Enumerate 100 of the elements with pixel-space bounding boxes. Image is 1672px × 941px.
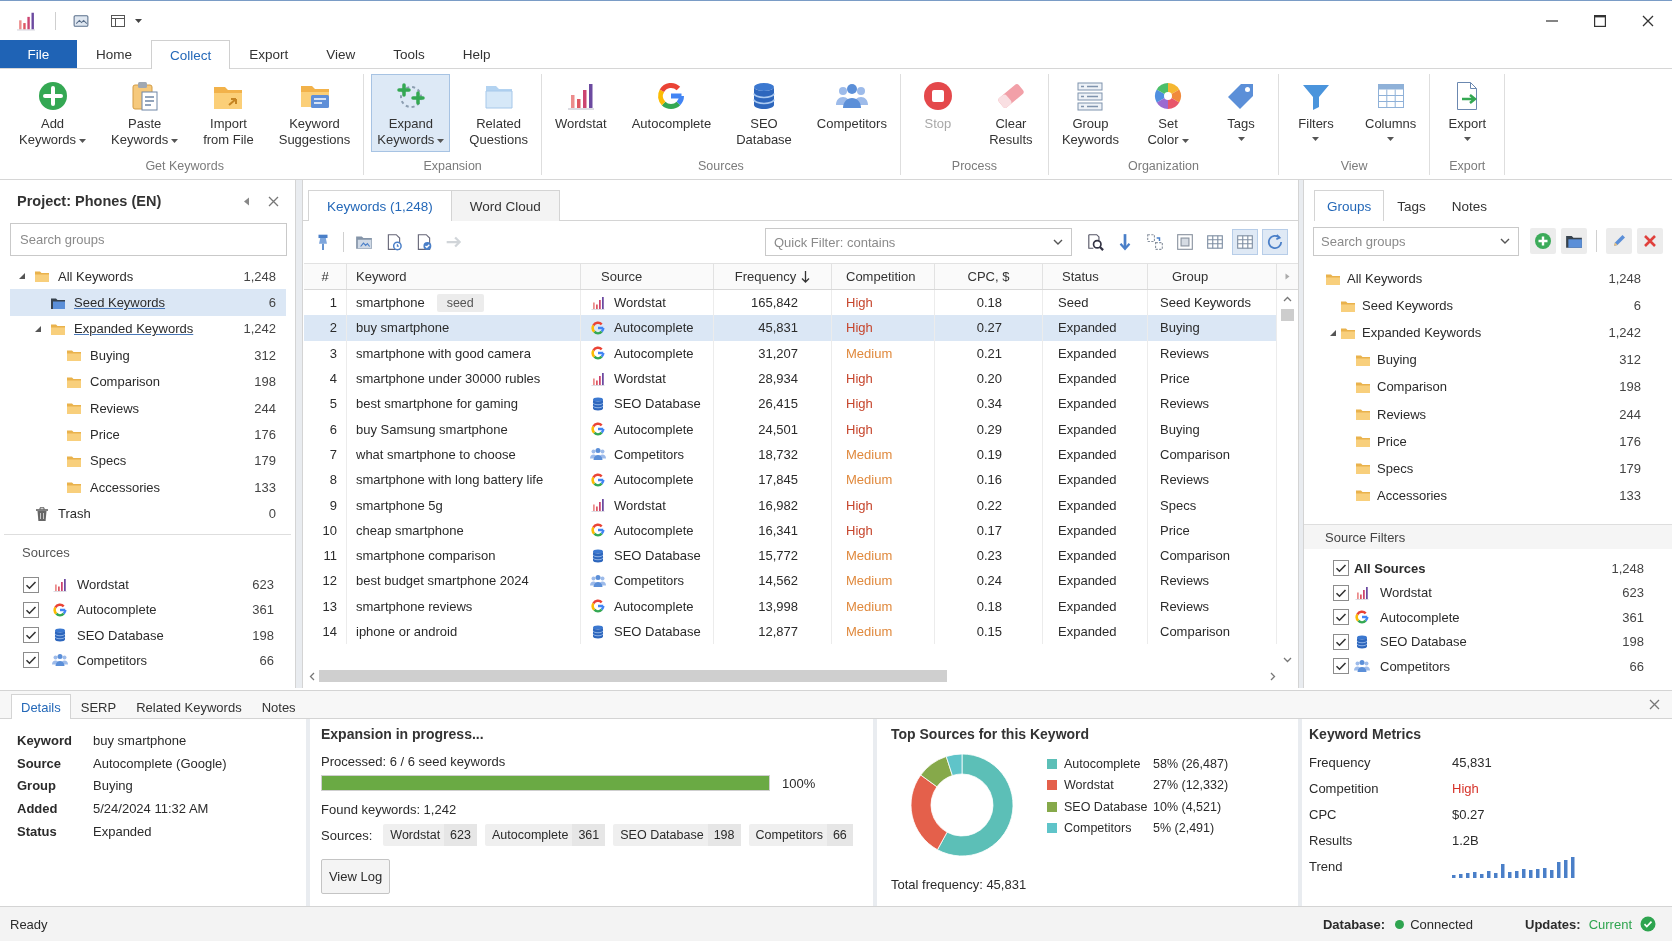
- table-row[interactable]: 10 cheap smartphone Autocomplete 16,341 High 0.17 Expanded Price: [304, 517, 1277, 543]
- ribbon-button[interactable]: Import from File: [197, 74, 260, 152]
- ribbon-button[interactable]: Export: [1437, 74, 1498, 145]
- tab[interactable]: Notes: [1438, 190, 1501, 221]
- ribbon-button[interactable]: Competitors: [810, 74, 893, 136]
- checkbox[interactable]: [23, 576, 39, 593]
- ribbon-button[interactable]: SEO Database: [730, 74, 798, 152]
- ribbon-button[interactable]: Clear Results: [980, 74, 1041, 152]
- search-field[interactable]: Search groups: [1313, 226, 1519, 256]
- checkbox[interactable]: [1333, 658, 1349, 675]
- table-row[interactable]: 6 buy Samsung smartphone Autocomplete 24,501 High 0.29 Expanded Buying: [304, 416, 1277, 442]
- scrollbar-thumb[interactable]: [1281, 309, 1294, 321]
- table-row[interactable]: 4 smartphone under 30000 rubles Wordstat 28,934 High 0.20 Expanded Price: [304, 365, 1277, 392]
- file-tab[interactable]: File: [0, 40, 77, 68]
- tab[interactable]: Details: [11, 694, 71, 719]
- ribbon-button[interactable]: Autocomplete: [625, 74, 718, 136]
- tree-item[interactable]: Buying 312: [1304, 346, 1672, 374]
- add-button[interactable]: [1530, 228, 1556, 254]
- table-row[interactable]: 14 iphone or android SEO Database 12,877 Medium 0.15 Expanded Comparison: [304, 618, 1277, 645]
- tab[interactable]: Word Cloud: [450, 190, 560, 221]
- close-icon[interactable]: [1642, 14, 1654, 27]
- table-row[interactable]: 13 smartphone reviews Autocomplete 13,998 Medium 0.18 Expanded Reviews: [304, 593, 1277, 619]
- expander-icon[interactable]: [34, 324, 42, 333]
- column-header[interactable]: Group: [1148, 264, 1277, 289]
- search-field[interactable]: Search groups: [10, 223, 287, 256]
- tree-item[interactable]: Specs 179: [10, 447, 286, 475]
- tree-item[interactable]: Reviews 244: [10, 394, 286, 422]
- checkbox[interactable]: [1333, 584, 1349, 601]
- table-row[interactable]: 8 smartphone with long battery life Autocomplete 17,845 Medium 0.16 Expanded Reviews: [304, 467, 1277, 493]
- scrollbar-thumb[interactable]: [319, 670, 947, 682]
- ribbon-button[interactable]: Tags: [1211, 74, 1271, 145]
- ribbon-button[interactable]: Add Keywords: [13, 74, 93, 152]
- column-header[interactable]: Frequency: [714, 264, 832, 289]
- ribbon-tab[interactable]: Export: [230, 40, 308, 68]
- ribbon-tab[interactable]: Tools: [374, 40, 444, 68]
- tree-item[interactable]: All Keywords 1,248: [1304, 265, 1672, 293]
- column-header[interactable]: CPC, $: [935, 264, 1043, 289]
- table-row[interactable]: 11 smartphone comparison SEO Database 15,772 Medium 0.23 Expanded Comparison: [304, 542, 1277, 569]
- ribbon-button[interactable]: Filters: [1286, 74, 1346, 145]
- chevron-down-icon[interactable]: [1500, 238, 1510, 244]
- caret-icon[interactable]: [135, 18, 142, 23]
- tree-item[interactable]: Specs 179: [1304, 454, 1672, 482]
- quick-filter-field[interactable]: Quick Filter: contains: [765, 228, 1072, 256]
- table-row[interactable]: 9 smartphone 5g Wordstat 16,982 High 0.22 Expanded Specs: [304, 492, 1277, 518]
- checkbox[interactable]: [23, 601, 39, 618]
- column-header[interactable]: Source: [581, 264, 714, 289]
- tab[interactable]: Keywords (1,248): [308, 190, 452, 221]
- tree-item[interactable]: Price 176: [1304, 427, 1672, 455]
- checkbox[interactable]: [1333, 609, 1349, 626]
- scroll-down-icon[interactable]: [1283, 657, 1292, 663]
- ribbon-button[interactable]: Wordstat: [548, 74, 613, 136]
- tree-item[interactable]: Accessories 133: [10, 474, 286, 501]
- folder-button[interactable]: [1561, 228, 1587, 254]
- table-row[interactable]: 5 best smartphone for gaming SEO Database 26,415 High 0.34 Expanded Reviews: [304, 391, 1277, 417]
- edit-button[interactable]: [1606, 228, 1632, 254]
- delete-button[interactable]: [1637, 228, 1663, 254]
- tree-item[interactable]: Comparison 198: [1304, 373, 1672, 401]
- tree-item[interactable]: Accessories 133: [1304, 481, 1672, 509]
- window-icon[interactable]: [110, 12, 126, 29]
- ribbon-button[interactable]: Set Color: [1138, 74, 1198, 152]
- tree-item[interactable]: All Keywords 1,248: [10, 263, 286, 290]
- column-header[interactable]: Status: [1043, 264, 1148, 289]
- tree-item[interactable]: Trash 0: [10, 500, 286, 527]
- expander-icon[interactable]: [1329, 328, 1337, 337]
- tree-item[interactable]: Seed Keywords 6: [1304, 292, 1672, 320]
- tree-item[interactable]: Buying 312: [10, 342, 286, 369]
- tree-item[interactable]: Price 176: [10, 421, 286, 448]
- checkbox[interactable]: [23, 652, 39, 669]
- tab[interactable]: Related Keywords: [126, 694, 252, 719]
- ribbon-tab[interactable]: View: [307, 40, 375, 68]
- ribbon-button[interactable]: Expand Keywords: [371, 74, 451, 152]
- tree-item[interactable]: Expanded Keywords 1,242: [10, 315, 286, 343]
- view-log-button[interactable]: View Log: [321, 859, 390, 894]
- expander-icon[interactable]: [18, 272, 26, 281]
- maximize-icon[interactable]: [1594, 14, 1606, 27]
- checkbox[interactable]: [1333, 633, 1349, 650]
- ribbon-button[interactable]: Group Keywords: [1055, 74, 1125, 152]
- ribbon-button[interactable]: Paste Keywords: [105, 74, 185, 152]
- table-row[interactable]: 2 buy smartphone Autocomplete 45,831 High 0.27 Expanded Buying: [304, 315, 1277, 341]
- scroll-right-icon[interactable]: [1270, 671, 1276, 681]
- ribbon-tab[interactable]: Collect: [151, 40, 231, 69]
- ribbon-button[interactable]: Keyword Suggestions: [272, 74, 357, 152]
- tab[interactable]: Tags: [1384, 190, 1439, 221]
- tree-item[interactable]: Reviews 244: [1304, 400, 1672, 428]
- scroll-up-icon[interactable]: [1283, 296, 1292, 302]
- ribbon-button[interactable]: Columns: [1359, 74, 1423, 145]
- column-header[interactable]: #: [304, 264, 347, 289]
- chevron-down-icon[interactable]: [1053, 239, 1063, 245]
- table-row[interactable]: 7 what smartphone to choose Competitors 18,732 Medium 0.19 Expanded Comparison: [304, 441, 1277, 468]
- tab[interactable]: SERP: [70, 694, 127, 719]
- ribbon-tab[interactable]: Help: [443, 40, 510, 68]
- caret-left-icon[interactable]: [243, 196, 250, 206]
- tab[interactable]: Groups: [1314, 190, 1385, 221]
- checkbox[interactable]: [23, 627, 39, 644]
- checkbox[interactable]: [1333, 560, 1349, 577]
- tree-item[interactable]: Comparison 198: [10, 368, 286, 395]
- table-row[interactable]: 12 best budget smartphone 2024 Competitors 14,562 Medium 0.24 Expanded Reviews: [304, 568, 1277, 594]
- column-header[interactable]: Competition: [832, 264, 935, 289]
- column-header[interactable]: Keyword: [347, 264, 581, 289]
- tab[interactable]: Notes: [251, 694, 306, 719]
